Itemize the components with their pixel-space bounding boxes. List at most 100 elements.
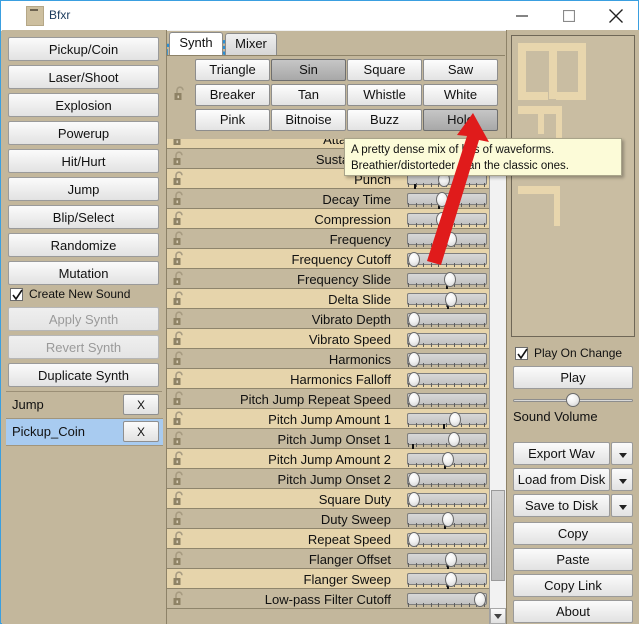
slider-tick bbox=[453, 263, 455, 267]
parameter-slider[interactable] bbox=[407, 212, 487, 230]
generator-button-pickup-coin[interactable]: Pickup/Coin bbox=[8, 37, 159, 61]
generator-button-powerup[interactable]: Powerup bbox=[8, 121, 159, 145]
parameter-slider[interactable] bbox=[407, 412, 487, 430]
generator-button-blip-select[interactable]: Blip/Select bbox=[8, 205, 159, 229]
waveform-button-breaker[interactable]: Breaker bbox=[195, 84, 270, 106]
slider-knob[interactable] bbox=[445, 552, 458, 567]
bfxr-window: Bfxr 河东软件园 www.pc0359.cn Pickup/Coin Las bbox=[0, 0, 639, 624]
load-from-disk-button[interactable]: Load from Disk bbox=[513, 468, 610, 491]
parameter-slider[interactable] bbox=[407, 432, 487, 450]
slider-tick bbox=[476, 323, 478, 327]
generator-button-explosion[interactable]: Explosion bbox=[8, 93, 159, 117]
slider-knob[interactable] bbox=[435, 212, 448, 227]
save-to-disk-button[interactable]: Save to Disk bbox=[513, 494, 610, 517]
waveform-button-holo[interactable]: Holo bbox=[423, 109, 498, 131]
scroll-down-button[interactable] bbox=[490, 608, 506, 624]
slider-tick bbox=[453, 483, 455, 487]
slider-tick bbox=[408, 583, 409, 587]
slider-tick bbox=[468, 223, 470, 227]
lock-open-icon-waveform[interactable] bbox=[172, 86, 188, 105]
generator-button-hit-hurt[interactable]: Hit/Hurt bbox=[8, 149, 159, 173]
parameter-slider[interactable] bbox=[407, 512, 487, 530]
revert-synth-button[interactable]: Revert Synth bbox=[8, 335, 159, 359]
parameter-label: Harmonics Falloff bbox=[290, 372, 391, 387]
parameter-slider[interactable] bbox=[407, 552, 487, 570]
maximize-button[interactable] bbox=[546, 1, 592, 30]
parameter-slider[interactable] bbox=[407, 252, 487, 267]
minimize-button[interactable] bbox=[499, 1, 545, 30]
parameter-slider[interactable] bbox=[407, 292, 487, 310]
waveform-button-whistle[interactable]: Whistle bbox=[347, 84, 422, 106]
parameter-slider[interactable] bbox=[407, 392, 487, 407]
slider-knob[interactable] bbox=[445, 572, 458, 587]
play-on-change-label: Play On Change bbox=[534, 346, 623, 360]
parameter-slider[interactable] bbox=[407, 572, 487, 590]
waveform-button-triangle[interactable]: Triangle bbox=[195, 59, 270, 81]
slider-tick bbox=[476, 243, 478, 247]
parameter-slider[interactable] bbox=[407, 532, 487, 547]
play-on-change-checkbox[interactable]: Play On Change bbox=[515, 345, 639, 365]
scrollbar-thumb[interactable] bbox=[491, 490, 505, 581]
parameter-row: Repeat Speed bbox=[167, 529, 489, 549]
play-button[interactable]: Play bbox=[513, 366, 633, 389]
slider-tick bbox=[461, 563, 463, 567]
slider-knob[interactable] bbox=[445, 232, 458, 247]
parameter-slider[interactable] bbox=[407, 312, 487, 327]
waveform-button-pink[interactable]: Pink bbox=[195, 109, 270, 131]
slider-tick bbox=[446, 343, 447, 347]
parameter-slider[interactable] bbox=[407, 592, 487, 607]
waveform-button-bitnoise[interactable]: Bitnoise bbox=[271, 109, 346, 131]
load-from-disk-dropdown[interactable] bbox=[611, 468, 633, 491]
slider-knob[interactable] bbox=[447, 432, 460, 447]
sound-list-item-jump[interactable]: Jump X bbox=[6, 392, 163, 418]
generator-button-randomize[interactable]: Randomize bbox=[8, 233, 159, 257]
parameter-slider[interactable] bbox=[407, 352, 487, 367]
parameter-slider[interactable] bbox=[407, 492, 487, 507]
parameter-scrollbar[interactable] bbox=[489, 139, 506, 624]
parameter-slider[interactable] bbox=[407, 472, 487, 487]
waveform-button-white[interactable]: White bbox=[423, 84, 498, 106]
generator-button-laser-shoot[interactable]: Laser/Shoot bbox=[8, 65, 159, 89]
tab-synth[interactable]: Synth bbox=[169, 32, 223, 55]
parameter-row: Pitch Jump Repeat Speed bbox=[167, 389, 489, 409]
apply-synth-button[interactable]: Apply Synth bbox=[8, 307, 159, 331]
slider-tick bbox=[468, 363, 470, 367]
waveform-button-sin[interactable]: Sin bbox=[271, 59, 346, 81]
generator-button-jump[interactable]: Jump bbox=[8, 177, 159, 201]
tab-mixer[interactable]: Mixer bbox=[225, 33, 277, 55]
slider-tick bbox=[484, 543, 485, 547]
create-new-sound-checkbox[interactable]: Create New Sound bbox=[10, 286, 160, 306]
copy-link-button[interactable]: Copy Link bbox=[513, 574, 633, 597]
slider-knob[interactable] bbox=[473, 592, 486, 607]
paste-button[interactable]: Paste bbox=[513, 548, 633, 571]
parameter-slider[interactable] bbox=[407, 372, 487, 387]
waveform-button-buzz[interactable]: Buzz bbox=[347, 109, 422, 131]
duplicate-synth-button[interactable]: Duplicate Synth bbox=[8, 363, 159, 387]
close-button[interactable] bbox=[593, 1, 639, 30]
copy-button[interactable]: Copy bbox=[513, 522, 633, 545]
slider-knob[interactable] bbox=[449, 412, 462, 427]
waveform-button-tan[interactable]: Tan bbox=[271, 84, 346, 106]
remove-sound-button[interactable]: X bbox=[123, 421, 159, 442]
parameter-slider[interactable] bbox=[407, 452, 487, 470]
export-wav-button[interactable]: Export Wav bbox=[513, 442, 610, 465]
generator-button-mutation[interactable]: Mutation bbox=[8, 261, 159, 285]
about-button[interactable]: About bbox=[513, 600, 633, 623]
parameter-slider[interactable] bbox=[407, 192, 487, 210]
volume-knob[interactable] bbox=[566, 393, 580, 407]
slider-tick bbox=[408, 523, 409, 527]
remove-sound-button[interactable]: X bbox=[123, 394, 159, 415]
waveform-button-saw[interactable]: Saw bbox=[423, 59, 498, 81]
slider-knob[interactable] bbox=[445, 292, 458, 307]
slider-tick bbox=[468, 343, 470, 347]
sound-list-item-pickup-coin[interactable]: Pickup_Coin X bbox=[6, 419, 163, 445]
parameter-slider[interactable] bbox=[407, 272, 487, 290]
export-wav-dropdown[interactable] bbox=[611, 442, 633, 465]
parameter-slider[interactable] bbox=[407, 332, 487, 347]
slider-tick bbox=[438, 263, 440, 267]
sound-volume-slider[interactable] bbox=[513, 393, 633, 407]
save-to-disk-dropdown[interactable] bbox=[611, 494, 633, 517]
parameter-slider[interactable] bbox=[407, 232, 487, 250]
slider-knob[interactable] bbox=[435, 192, 448, 207]
waveform-button-square[interactable]: Square bbox=[347, 59, 422, 81]
